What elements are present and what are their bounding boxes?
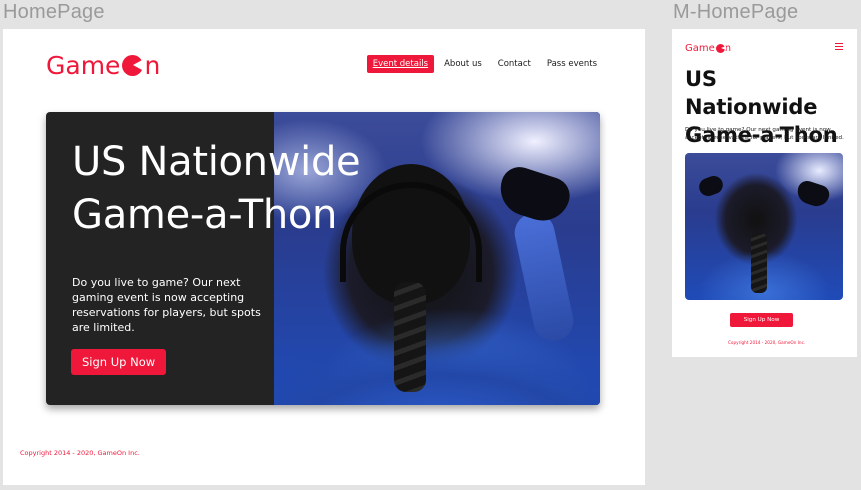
- desktop-homepage-frame: Game n Event details About us Contact Pas…: [3, 29, 645, 485]
- hero-title: US Nationwide Game-a-Thon: [72, 136, 592, 242]
- hero-card: US Nationwide Game-a-Thon Do you live to…: [46, 112, 600, 405]
- hamburger-icon[interactable]: [835, 43, 843, 50]
- sign-up-button[interactable]: Sign Up Now: [71, 349, 167, 375]
- mobile-logo-text-start: Game: [685, 42, 715, 54]
- logo-pac-icon: [122, 54, 144, 76]
- nav-event-details[interactable]: Event details: [366, 55, 435, 73]
- mobile-controller-icon: [794, 178, 832, 210]
- copyright-text: Copyright 2014 - 2020, GameOn Inc.: [20, 449, 140, 457]
- hero-title-line1: US Nationwide: [72, 139, 361, 185]
- main-nav: Event details About us Contact Pass even…: [366, 55, 603, 73]
- mobile-homepage-frame: Game n US Nationwide Game-a-Thon Do you l…: [672, 29, 857, 357]
- mobile-hero-photo: [685, 153, 843, 300]
- hero-description: Do you live to game? Our next gaming eve…: [72, 276, 261, 334]
- mobile-hero-description: Do you live to game? Our next gaming eve…: [685, 127, 844, 141]
- frame-label-desktop: HomePage: [3, 1, 105, 23]
- nav-about-us[interactable]: About us: [438, 55, 488, 73]
- nav-contact[interactable]: Contact: [492, 55, 537, 73]
- logo[interactable]: Game n: [46, 48, 160, 82]
- mobile-copyright-text: Copyright 2014 - 2020, GameOn Inc.: [728, 340, 806, 345]
- nav-pass-events[interactable]: Pass events: [541, 55, 603, 73]
- mobile-hero-title-line1: US Nationwide: [685, 67, 818, 119]
- logo-text-end: n: [144, 50, 161, 80]
- frame-label-mobile: M-HomePage: [673, 1, 799, 23]
- hero-title-line2: Game-a-Thon: [72, 192, 338, 238]
- mobile-logo-pac-icon: [715, 43, 725, 53]
- mobile-controller-left-icon: [696, 173, 726, 199]
- mobile-sign-up-button[interactable]: Sign Up Now: [730, 313, 793, 327]
- mobile-logo[interactable]: Game n: [685, 41, 731, 55]
- logo-text-start: Game: [46, 50, 121, 80]
